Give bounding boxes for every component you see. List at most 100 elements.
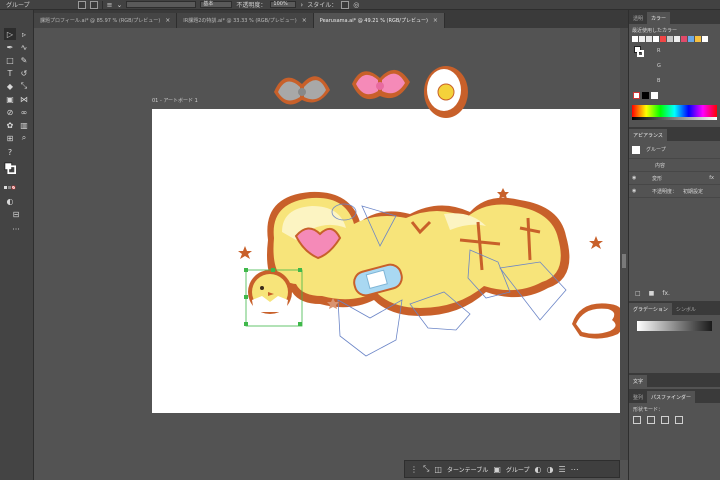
help-icon[interactable]: ? [4, 146, 16, 158]
white-swatch[interactable] [651, 92, 658, 99]
artboard[interactable] [152, 109, 620, 413]
visibility-eye-icon[interactable]: ◉ [632, 175, 646, 181]
pencil-tool-icon[interactable]: ✎ [18, 54, 30, 66]
tab-label: IR課題2の特訓.ai* @ 33.33 % (RGB/プレビュー) [183, 18, 297, 24]
brush-select[interactable]: 基本 [200, 1, 233, 8]
turntable-icon[interactable]: ◫ [434, 465, 442, 474]
direct-selection-tool-icon[interactable]: ▹ [18, 28, 30, 40]
color-mode-icon[interactable] [4, 182, 16, 194]
green-slider[interactable]: G [639, 59, 661, 73]
document-tabs: 課題プロフィール.ai* @ 85.97 % (RGB/プレビュー) × IR課… [34, 10, 628, 28]
swatch[interactable] [653, 36, 659, 42]
more-tools-icon[interactable]: ··· [10, 223, 22, 235]
vertical-scrollbar[interactable] [620, 28, 628, 460]
selection-tool-icon[interactable]: ▷ [4, 28, 16, 40]
visibility-eye-icon[interactable]: ◉ [632, 188, 646, 194]
minus-front-icon[interactable] [647, 416, 655, 424]
align-icon[interactable]: ☰ [558, 465, 565, 474]
none-swatch[interactable] [633, 92, 640, 99]
tab-gradient[interactable]: グラデーション [629, 303, 672, 315]
scale-tool-icon[interactable]: ⤡ [18, 80, 30, 92]
fill-stroke-icon[interactable] [4, 162, 16, 174]
fill-swatch[interactable] [77, 0, 86, 9]
swatch[interactable] [660, 36, 666, 42]
eraser-tool-icon[interactable]: ◆ [4, 80, 16, 92]
appearance-group-row[interactable]: グループ [629, 141, 720, 159]
tab-color[interactable]: カラー [647, 12, 671, 24]
blue-slider[interactable]: B [639, 74, 660, 88]
swatch[interactable] [688, 36, 694, 42]
tab-align[interactable]: 整列 [629, 391, 647, 403]
swatch[interactable] [632, 36, 638, 42]
grip-icon[interactable]: ⋮ [410, 465, 418, 474]
swatch[interactable] [681, 36, 687, 42]
stroke-profile-select[interactable] [126, 1, 197, 8]
graph-tool-icon[interactable]: ▥ [18, 119, 30, 131]
appearance-transform-row[interactable]: ◉ 変形 fx [629, 172, 720, 185]
pen-tool-icon[interactable]: ✒ [4, 41, 16, 53]
tab-appearance[interactable]: アピアランス [629, 129, 667, 141]
stroke-swatch[interactable] [89, 0, 98, 9]
rotate-tool-icon[interactable]: ↺ [18, 67, 30, 79]
zoom-tool-icon[interactable]: ⌕ [18, 132, 30, 144]
add-fill-icon[interactable]: ■ [649, 290, 655, 297]
opacity-chevron-icon[interactable]: › [300, 1, 303, 9]
appearance-contents-row[interactable]: 内容 [629, 159, 720, 172]
appearance-opacity-row[interactable]: ◉ 不透明度： 初期設定 [629, 185, 720, 198]
recolor-icon[interactable]: ◎ [353, 1, 359, 9]
add-effect-button[interactable]: fx. [662, 290, 670, 297]
transform-icon[interactable]: ⤡ [423, 464, 429, 474]
exclude-icon[interactable] [675, 416, 683, 424]
unite-icon[interactable] [633, 416, 641, 424]
intersect-icon[interactable] [661, 416, 669, 424]
swatch[interactable] [639, 36, 645, 42]
red-slider[interactable]: R [639, 44, 660, 58]
swatch[interactable] [674, 36, 680, 42]
illustrator-window: グループ ≡ ⌄ 基本 不透明度： 100% › スタイル： ◎ ▷ ▹ ✒ ∿… [0, 0, 720, 480]
close-icon[interactable]: × [165, 17, 170, 24]
swatch[interactable] [667, 36, 673, 42]
object-type-label: グループ [6, 2, 30, 9]
gradient-blank [629, 337, 720, 373]
rectangle-tool-icon[interactable]: □ [4, 54, 16, 66]
black-swatch[interactable] [642, 92, 649, 99]
close-icon[interactable]: × [433, 17, 438, 24]
type-tool-icon[interactable]: T [4, 67, 16, 79]
eyedropper-tool-icon[interactable]: ⊘ [4, 106, 16, 118]
tab-profile[interactable]: 課題プロフィール.ai* @ 85.97 % (RGB/プレビュー) × [34, 13, 178, 28]
stroke-weight-icon[interactable]: ≡ [107, 1, 113, 9]
mask-icon[interactable]: ◐ [535, 465, 542, 474]
close-icon[interactable]: × [302, 17, 307, 24]
gradient-tool-icon[interactable]: ▣ [4, 93, 16, 105]
tab-pearusama[interactable]: Pearusama.ai* @ 49.21 % (RGB/プレビュー) × [313, 13, 445, 28]
gray-bow-sticker [274, 76, 330, 105]
draw-mode-icon[interactable]: ◐ [4, 195, 16, 207]
tab-type[interactable]: 文字 [629, 375, 648, 387]
gradient-preview[interactable] [637, 321, 712, 331]
screen-mode-icon[interactable]: ⊟ [10, 208, 22, 220]
tab-transparency[interactable]: 透明 [629, 12, 647, 24]
more-icon[interactable]: ⋯ [571, 465, 579, 474]
tab-assignment[interactable]: IR課題2の特訓.ai* @ 33.33 % (RGB/プレビュー) × [177, 13, 314, 28]
tab-symbol[interactable]: シンボル [672, 303, 700, 315]
swatch[interactable] [646, 36, 652, 42]
curvature-tool-icon[interactable]: ∿ [18, 41, 30, 53]
variable-width-icon[interactable]: ⌄ [117, 1, 123, 9]
group-button[interactable]: グループ [506, 465, 530, 474]
swatch[interactable] [702, 36, 708, 42]
blend-tool-icon[interactable]: ∞ [18, 106, 30, 118]
artboard-tool-icon[interactable]: ⊞ [4, 132, 16, 144]
color-spectrum[interactable] [632, 105, 717, 120]
symbol-tool-icon[interactable]: ✿ [4, 119, 16, 131]
width-tool-icon[interactable]: ⋈ [18, 93, 30, 105]
group-icon[interactable]: ▣ [493, 465, 501, 474]
add-stroke-icon[interactable]: □ [635, 290, 641, 297]
recolor-icon[interactable]: ◑ [547, 465, 554, 474]
tab-pathfinder[interactable]: パスファインダー [647, 391, 696, 403]
scroll-thumb[interactable] [622, 254, 626, 268]
fx-indicator[interactable]: fx [709, 175, 720, 181]
turntable-button[interactable]: ターンテーブル [447, 465, 488, 474]
swatch[interactable] [695, 36, 701, 42]
opacity-field[interactable]: 100% [270, 1, 297, 8]
style-swatch[interactable] [341, 0, 350, 9]
